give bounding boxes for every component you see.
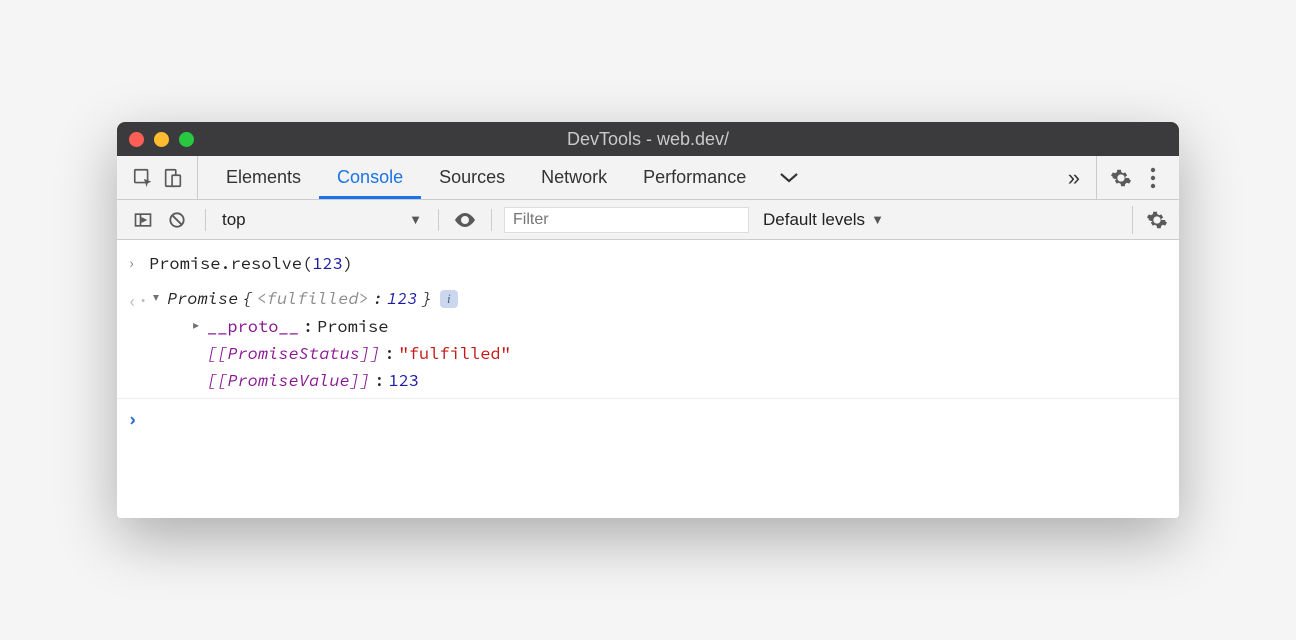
tab-elements[interactable]: Elements bbox=[208, 156, 319, 199]
toolbar-right bbox=[1096, 156, 1171, 199]
prompt-icon: › bbox=[127, 403, 149, 434]
tab-sources[interactable]: Sources bbox=[421, 156, 523, 199]
proto-value: Promise bbox=[317, 313, 388, 340]
console-toolbar-left bbox=[125, 206, 199, 234]
settings-icon[interactable] bbox=[1107, 164, 1135, 192]
state-label: <fulfilled> bbox=[257, 285, 369, 312]
titlebar: DevTools - web.dev/ bbox=[117, 122, 1179, 156]
console-result-row: ‹· ▼ Promise {<fulfilled>: 123} i ▶ __pr… bbox=[117, 281, 1179, 399]
brace-close: } bbox=[422, 285, 432, 312]
log-levels-select[interactable]: Default levels ▼ bbox=[749, 210, 898, 230]
result-icon: ‹· bbox=[127, 285, 149, 316]
expand-arrow-icon[interactable]: ▶ bbox=[189, 317, 203, 336]
proto-row[interactable]: ▶ __proto__: Promise bbox=[149, 313, 1169, 340]
console-toolbar: top ▼ Default levels ▼ bbox=[117, 200, 1179, 240]
brace-open: { bbox=[242, 285, 252, 312]
devtools-window: DevTools - web.dev/ Elements Console Sou… bbox=[117, 122, 1179, 518]
clear-console-icon[interactable] bbox=[163, 206, 191, 234]
console-toolbar-right bbox=[1132, 206, 1171, 234]
traffic-lights bbox=[129, 132, 194, 147]
object-summary[interactable]: ▼ Promise {<fulfilled>: 123} i bbox=[149, 285, 1169, 312]
value-value: 123 bbox=[388, 367, 419, 394]
window-title: DevTools - web.dev/ bbox=[117, 129, 1179, 150]
levels-label: Default levels bbox=[763, 210, 865, 230]
caret-down-icon: ▼ bbox=[409, 212, 422, 227]
live-expression-icon[interactable] bbox=[445, 211, 485, 229]
divider bbox=[491, 209, 492, 231]
status-value: "fulfilled" bbox=[399, 340, 511, 367]
console-input-code: Promise.resolve(123) bbox=[149, 250, 1169, 277]
proto-key: __proto__ bbox=[207, 313, 299, 340]
inspect-element-icon[interactable] bbox=[129, 164, 157, 192]
colon: : bbox=[373, 285, 383, 312]
value-key: [[PromiseValue]] bbox=[207, 367, 370, 394]
execution-context-select[interactable]: top ▼ bbox=[212, 210, 432, 230]
result-content: ▼ Promise {<fulfilled>: 123} i ▶ __proto… bbox=[149, 285, 1169, 394]
prompt-icon: › bbox=[127, 250, 149, 276]
toggle-console-sidebar-icon[interactable] bbox=[129, 206, 157, 234]
chevrons-icon bbox=[784, 156, 812, 199]
divider bbox=[438, 209, 439, 231]
tab-console[interactable]: Console bbox=[319, 156, 421, 199]
overflow-tabs-icon[interactable]: » bbox=[1052, 156, 1096, 199]
console-prompt-row[interactable]: › bbox=[117, 399, 1179, 438]
state-value: 123 bbox=[387, 285, 418, 312]
toolbar-left-icons bbox=[125, 156, 198, 199]
expand-arrow-icon[interactable]: ▼ bbox=[149, 289, 163, 308]
tab-network[interactable]: Network bbox=[523, 156, 625, 199]
kebab-menu-icon[interactable] bbox=[1139, 164, 1167, 192]
tab-performance[interactable]: Performance bbox=[625, 156, 764, 199]
console-settings-icon[interactable] bbox=[1143, 206, 1171, 234]
console-input-row: › Promise.resolve(123) bbox=[117, 246, 1179, 281]
promise-value-row: [[PromiseValue]]: 123 bbox=[149, 367, 1169, 394]
close-window-button[interactable] bbox=[129, 132, 144, 147]
panel-tabs: Elements Console Sources Network Perform… bbox=[198, 156, 1052, 199]
context-label: top bbox=[222, 210, 246, 230]
minimize-window-button[interactable] bbox=[154, 132, 169, 147]
maximize-window-button[interactable] bbox=[179, 132, 194, 147]
info-badge-icon[interactable]: i bbox=[440, 290, 458, 308]
status-key: [[PromiseStatus]] bbox=[207, 340, 380, 367]
object-type: Promise bbox=[167, 285, 238, 312]
filter-input[interactable] bbox=[504, 207, 749, 233]
divider bbox=[205, 209, 206, 231]
caret-down-icon: ▼ bbox=[871, 212, 884, 227]
main-toolbar: Elements Console Sources Network Perform… bbox=[117, 156, 1179, 200]
console-output: › Promise.resolve(123) ‹· ▼ Promise {<fu… bbox=[117, 240, 1179, 518]
device-toolbar-icon[interactable] bbox=[159, 164, 187, 192]
promise-status-row: [[PromiseStatus]]: "fulfilled" bbox=[149, 340, 1169, 367]
